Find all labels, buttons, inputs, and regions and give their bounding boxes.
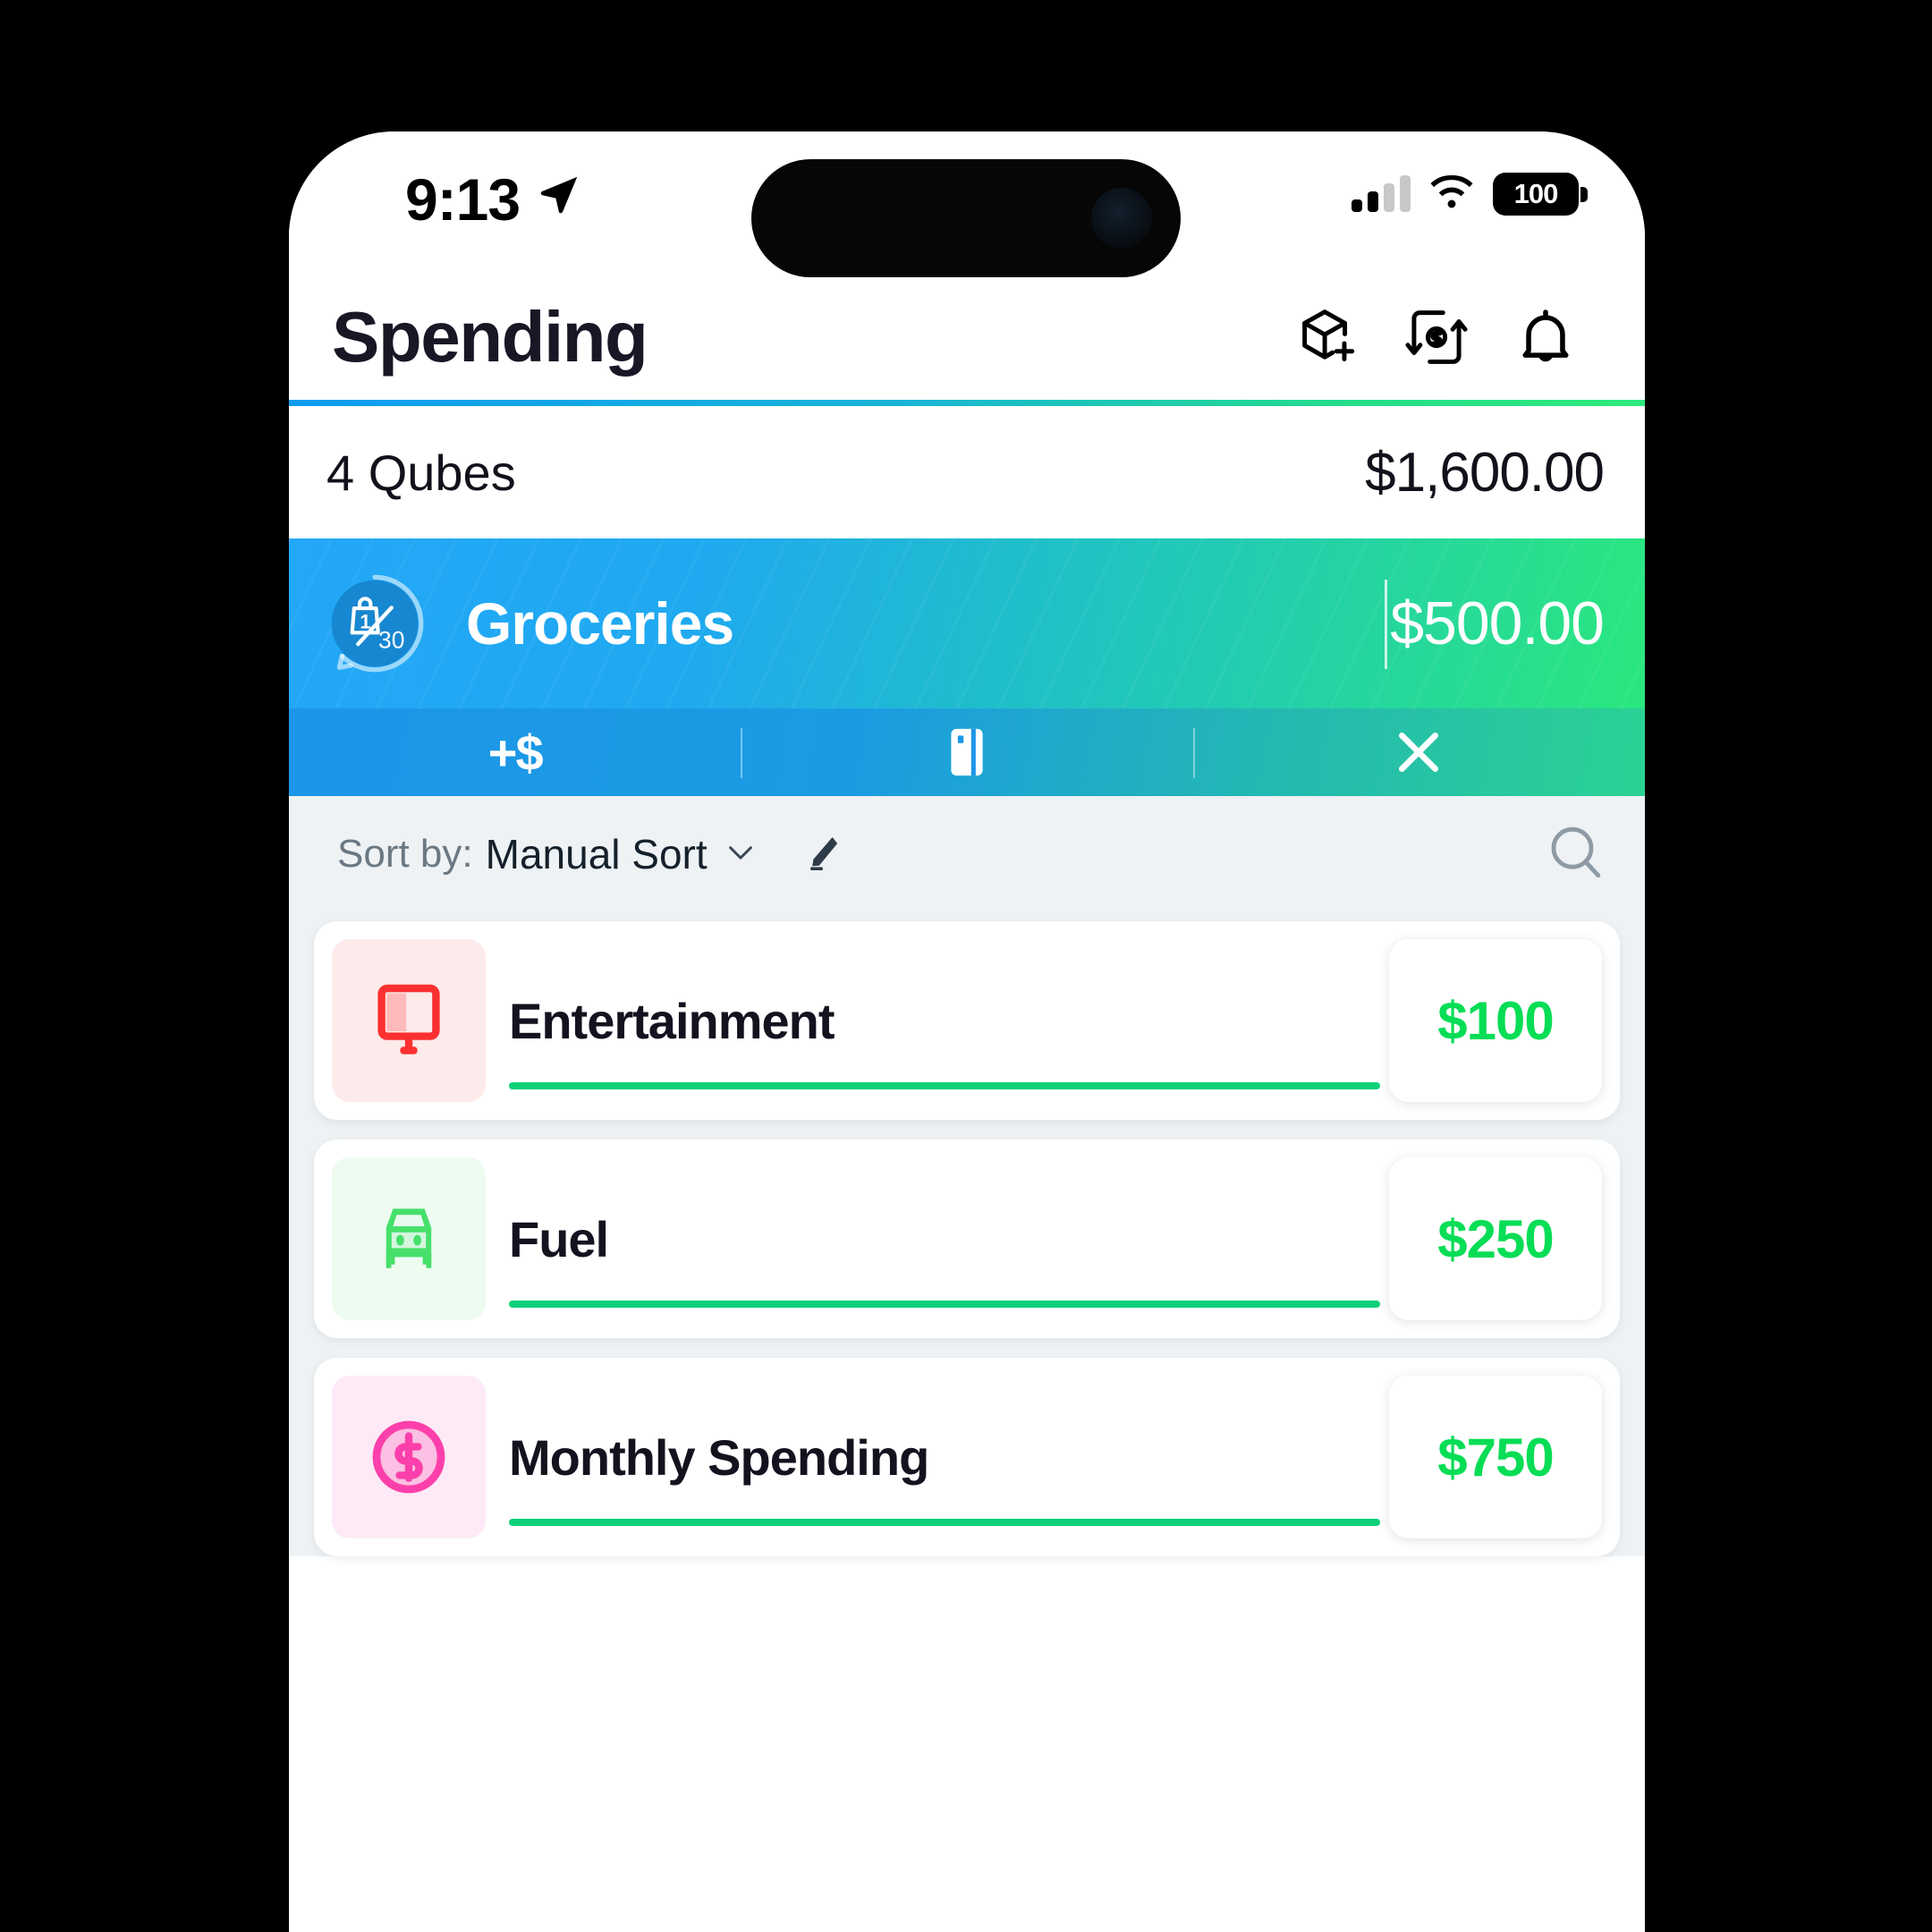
qube-progress-bar	[509, 1301, 1380, 1308]
featured-qube-name: Groceries	[466, 590, 734, 657]
total-amount: $1,600.00	[1365, 441, 1605, 504]
add-funds-label: +$	[487, 724, 544, 781]
sort-value[interactable]: Manual Sort	[486, 830, 708, 878]
sort-by-label: Sort by:	[337, 832, 473, 876]
location-arrow-icon	[535, 171, 583, 224]
list-item[interactable]: Monthly Spending $750	[314, 1358, 1620, 1556]
banner-divider	[1385, 580, 1387, 669]
qube-progress-bar	[509, 1082, 1380, 1089]
front-camera-lens	[1091, 188, 1152, 249]
qube-list: Entertainment $100 Fuel $250 Monthly Spe…	[289, 912, 1645, 1556]
status-bar: 9:13 100	[289, 131, 1645, 277]
add-funds-action[interactable]: +$	[289, 708, 741, 796]
close-action[interactable]	[1192, 708, 1645, 796]
qube-label-area: Entertainment	[486, 939, 1389, 1102]
svg-text:30: 30	[378, 627, 404, 654]
transfer-money-icon[interactable]	[1403, 304, 1470, 370]
qube-name: Entertainment	[509, 992, 835, 1049]
wifi-icon	[1430, 174, 1473, 208]
phone-screen: 9:13 100 Spending 4 Qubes $1,600.00 1 30…	[289, 131, 1645, 1932]
dollar-coin-icon	[372, 1420, 445, 1494]
card-action[interactable]	[741, 708, 1192, 796]
chevron-down-icon[interactable]	[722, 834, 759, 876]
list-item[interactable]: Fuel $250	[314, 1140, 1620, 1338]
qube-amount: $250	[1437, 1208, 1554, 1269]
qube-amount-container[interactable]: $750	[1389, 1376, 1602, 1538]
car-icon	[386, 1208, 432, 1268]
qube-name: Fuel	[509, 1210, 609, 1267]
page-title: Spending	[332, 297, 648, 377]
header-gradient-divider	[289, 400, 1645, 406]
qube-icon-container	[332, 939, 486, 1102]
status-time: 9:13	[405, 166, 521, 233]
add-qube-icon[interactable]	[1294, 304, 1360, 370]
shopping-bag-cycle-icon: 1 30	[316, 564, 434, 682]
battery-indicator: 100	[1493, 173, 1588, 216]
qube-action-bar: +$	[289, 708, 1645, 796]
featured-qube-amount: $500.00	[1390, 589, 1605, 657]
qube-label-area: Monthly Spending	[486, 1376, 1389, 1538]
qube-progress-bar	[509, 1519, 1380, 1526]
qube-count-label: 4 Qubes	[326, 444, 516, 501]
qube-amount: $750	[1437, 1427, 1554, 1487]
qube-amount-container[interactable]: $100	[1389, 939, 1602, 1102]
qube-amount: $100	[1437, 990, 1554, 1051]
header-actions	[1294, 304, 1579, 370]
qube-label-area: Fuel	[486, 1157, 1389, 1320]
monitor-icon	[377, 984, 440, 1055]
qube-icon-container	[332, 1157, 486, 1320]
close-icon	[1399, 732, 1439, 773]
sort-bar: Sort by: Manual Sort	[289, 796, 1645, 912]
screenshot-stage: 9:13 100 Spending 4 Qubes $1,600.00 1 30…	[0, 0, 1932, 1932]
search-icon[interactable]	[1543, 820, 1607, 889]
dynamic-island	[751, 159, 1181, 277]
notifications-bell-icon[interactable]	[1513, 304, 1579, 370]
status-indicators: 100	[1352, 173, 1588, 216]
qube-icon-container	[332, 1376, 486, 1538]
featured-qube-banner[interactable]: 1 30 Groceries $500.00	[289, 538, 1645, 708]
pencil-edit-icon[interactable]	[802, 831, 845, 878]
app-header: Spending	[289, 275, 1645, 400]
cellular-signal-icon	[1352, 175, 1411, 212]
summary-row: 4 Qubes $1,600.00	[289, 406, 1645, 538]
card-icon	[951, 728, 983, 776]
qube-name: Monthly Spending	[509, 1428, 929, 1486]
battery-level: 100	[1513, 178, 1559, 209]
qube-amount-container[interactable]: $250	[1389, 1157, 1602, 1320]
list-item[interactable]: Entertainment $100	[314, 921, 1620, 1120]
